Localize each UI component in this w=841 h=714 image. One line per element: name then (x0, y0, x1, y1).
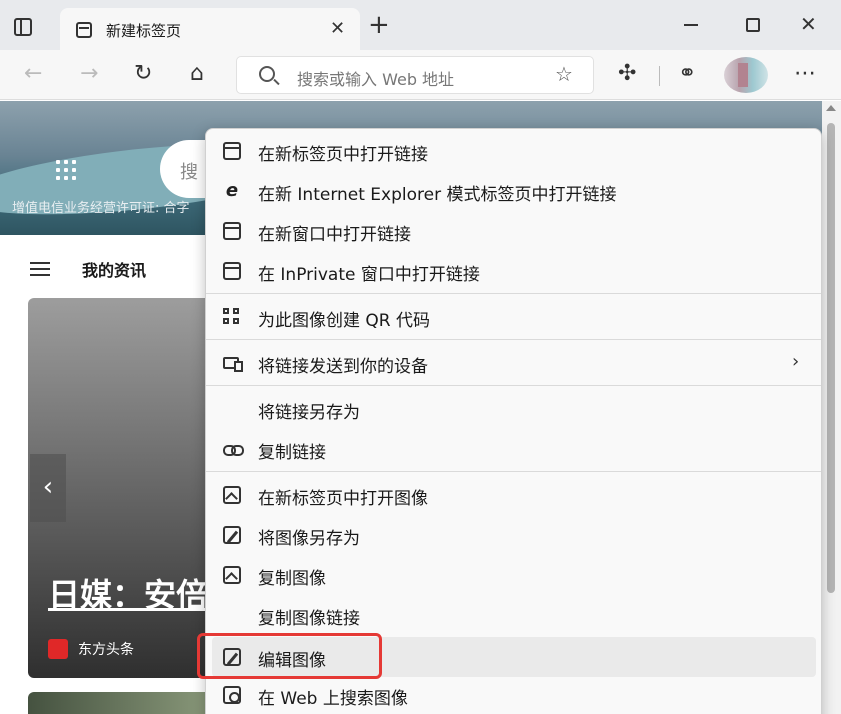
license-text: 增值电信业务经营许可证: 合字 (12, 201, 190, 216)
search-image-icon (223, 686, 241, 704)
new-tab-button[interactable]: + (368, 12, 390, 38)
context-menu: 在新标签页中打开链接 e 在新 Internet Explorer 模式标签页中… (205, 128, 822, 714)
new-tab-icon (223, 142, 241, 160)
news-headline[interactable]: 日媒：安倍 (48, 570, 208, 616)
news-card-2[interactable] (28, 692, 218, 714)
close-window-button[interactable]: ✕ (800, 12, 817, 36)
tab-new-tab[interactable]: 新建标签页 ✕ (60, 8, 360, 50)
page-scrollbar[interactable] (822, 101, 841, 714)
maximize-button[interactable] (746, 18, 760, 32)
menu-item-copy-image-link[interactable]: 复制图像链接 (206, 595, 821, 635)
menu-item-copy-link[interactable]: 复制链接 (206, 429, 821, 469)
menu-item-open-new-window[interactable]: 在新窗口中打开链接 (206, 211, 821, 251)
menu-item-label: 在新窗口中打开链接 (258, 225, 411, 245)
menu-item-label: 在新标签页中打开链接 (258, 145, 428, 165)
inprivate-icon (223, 262, 241, 280)
profile-avatar[interactable] (724, 57, 768, 93)
more-menu-icon[interactable]: ⋯ (794, 61, 816, 87)
menu-icon[interactable] (30, 262, 50, 276)
carousel-prev-button[interactable]: ‹ (30, 454, 66, 522)
forward-icon[interactable]: → (80, 61, 98, 87)
scroll-thumb[interactable] (827, 123, 835, 593)
menu-item-open-ie-mode[interactable]: e 在新 Internet Explorer 模式标签页中打开链接 (206, 171, 821, 211)
toolbar-divider (659, 66, 660, 86)
window-icon (223, 222, 241, 240)
menu-item-save-link-as[interactable]: 将链接另存为 (206, 389, 821, 429)
annotation-highlight-box (197, 633, 382, 679)
menu-item-label: 将图像另存为 (258, 529, 360, 549)
link-icon (223, 440, 244, 458)
page-search-placeholder: 搜 (180, 162, 198, 183)
menu-item-search-image-web[interactable]: 在 Web 上搜索图像 (206, 675, 821, 714)
menu-item-label: 为此图像创建 QR 代码 (258, 311, 431, 331)
menu-separator (206, 471, 821, 472)
ie-icon: e (225, 180, 239, 201)
menu-separator (206, 293, 821, 294)
qr-code-icon (223, 308, 241, 326)
refresh-icon[interactable]: ↻ (134, 61, 152, 87)
app-launcher-icon[interactable] (56, 160, 76, 180)
menu-item-save-image-as[interactable]: 将图像另存为 (206, 515, 821, 555)
menu-item-label: 复制图像 (258, 569, 326, 589)
search-icon (259, 66, 275, 82)
tab-page-icon (76, 22, 92, 38)
tab-title: 新建标签页 (106, 22, 182, 40)
submenu-chevron-icon: › (792, 351, 800, 372)
open-image-icon (223, 486, 241, 504)
back-icon[interactable]: ← (24, 61, 42, 87)
menu-item-label: 将链接另存为 (258, 403, 360, 423)
menu-item-open-inprivate[interactable]: 在 InPrivate 窗口中打开链接 (206, 251, 821, 291)
menu-item-create-qr[interactable]: 为此图像创建 QR 代码 (206, 297, 821, 337)
menu-item-label: 在新标签页中打开图像 (258, 489, 428, 509)
collections-icon[interactable]: ⚭ (678, 61, 696, 87)
tab-close-icon[interactable]: ✕ (330, 18, 345, 39)
image-icon (223, 566, 241, 584)
menu-item-label: 在新 Internet Explorer 模式标签页中打开链接 (258, 185, 617, 205)
send-to-device-icon (223, 357, 243, 372)
add-favorite-icon[interactable]: ☆ (555, 62, 573, 86)
scroll-up-arrow-icon[interactable] (826, 105, 836, 111)
menu-item-label: 在 Web 上搜索图像 (258, 689, 408, 709)
menu-item-label: 将链接发送到你的设备 (258, 357, 428, 377)
menu-item-label: 复制图像链接 (258, 609, 360, 629)
home-icon[interactable]: ⌂ (190, 61, 204, 87)
menu-item-open-image-new-tab[interactable]: 在新标签页中打开图像 (206, 475, 821, 515)
news-source: 东方头条 (78, 642, 134, 658)
tab-actions-icon[interactable] (14, 18, 32, 36)
address-bar[interactable]: 搜索或输入 Web 地址 ☆ (236, 56, 594, 94)
source-logo-icon (48, 639, 68, 659)
menu-item-send-to-device[interactable]: 将链接发送到你的设备 › (206, 343, 821, 383)
menu-item-copy-image[interactable]: 复制图像 (206, 555, 821, 595)
browser-toolbar: ← → ↻ ⌂ 搜索或输入 Web 地址 ☆ ✣ ⚭ ⋯ (0, 50, 841, 100)
menu-separator (206, 385, 821, 386)
save-image-icon (223, 526, 241, 544)
tab-strip: 新建标签页 ✕ + ✕ (0, 0, 841, 50)
menu-item-open-new-tab[interactable]: 在新标签页中打开链接 (206, 131, 821, 171)
menu-separator (206, 339, 821, 340)
menu-item-label: 复制链接 (258, 443, 326, 463)
news-section-label[interactable]: 我的资讯 (82, 257, 146, 281)
extensions-icon[interactable]: ✣ (618, 61, 636, 87)
menu-item-label: 在 InPrivate 窗口中打开链接 (258, 265, 480, 285)
minimize-button[interactable] (684, 24, 698, 26)
address-placeholder: 搜索或输入 Web 地址 (297, 70, 455, 89)
